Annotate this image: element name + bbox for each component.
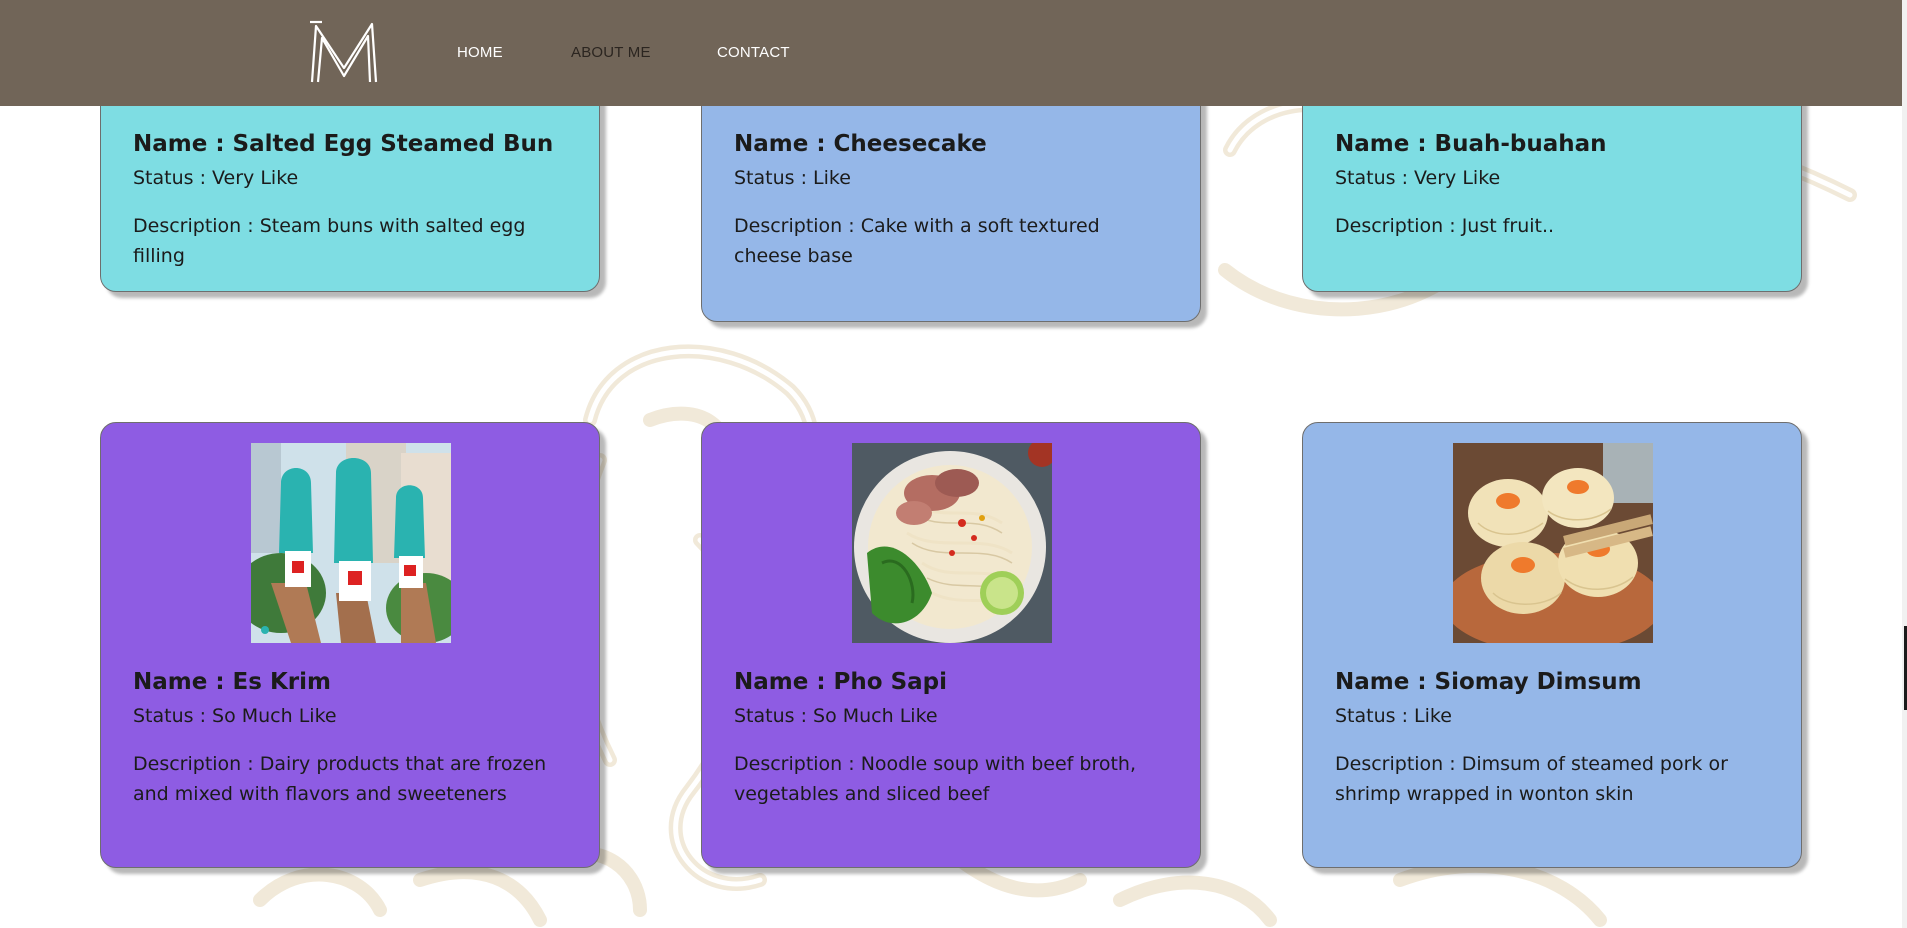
- card-name: Name : Siomay Dimsum: [1335, 669, 1642, 695]
- card-status: Status : Like: [734, 167, 851, 189]
- card-name: Name : Buah-buahan: [1335, 131, 1607, 157]
- card-status: Status : So Much Like: [734, 705, 938, 727]
- page-scrollbar[interactable]: [1902, 0, 1907, 928]
- ice-cream-photo: [251, 443, 451, 643]
- card-description: Description : Cake with a soft textured …: [734, 215, 1100, 267]
- food-card-cheesecake: Name : Cheesecake Status : Like Descript…: [701, 80, 1201, 322]
- m-logo-icon[interactable]: [306, 18, 382, 86]
- card-description: Description : Dairy products that are fr…: [133, 753, 547, 805]
- food-card-es-krim: Name : Es Krim Status : So Much Like Des…: [100, 422, 600, 868]
- nav-link-about-me[interactable]: ABOUT ME: [571, 44, 651, 61]
- top-navbar: HOME ABOUT ME CONTACT: [0, 0, 1902, 106]
- card-name: Name : Cheesecake: [734, 131, 987, 157]
- card-name: Name : Pho Sapi: [734, 669, 948, 695]
- dimsum-photo: [1453, 443, 1653, 643]
- card-description: Description : Steam buns with salted egg…: [133, 215, 526, 267]
- card-status: Status : Very Like: [133, 167, 299, 189]
- card-status: Status : Like: [1335, 705, 1452, 727]
- card-name: Name : Es Krim: [133, 669, 331, 695]
- food-card-buah-buahan: Name : Buah-buahan Status : Very Like De…: [1302, 80, 1802, 292]
- nav-link-contact[interactable]: CONTACT: [717, 44, 790, 61]
- card-name: Name : Salted Egg Steamed Bun: [133, 131, 554, 157]
- card-status: Status : So Much Like: [133, 705, 337, 727]
- food-card-siomay-dimsum: Name : Siomay Dimsum Status : Like Descr…: [1302, 422, 1802, 868]
- card-description: Description : Dimsum of steamed pork or …: [1335, 753, 1728, 805]
- card-description: Description : Noodle soup with beef brot…: [734, 753, 1137, 805]
- card-description: Description : Just fruit..: [1335, 215, 1555, 237]
- food-card-pho-sapi: Name : Pho Sapi Status : So Much Like De…: [701, 422, 1201, 868]
- food-card-salted-egg-bun: Name : Salted Egg Steamed Bun Status : V…: [100, 80, 600, 292]
- nav-link-home[interactable]: HOME: [457, 44, 503, 61]
- pho-bowl-photo: [852, 443, 1052, 643]
- card-status: Status : Very Like: [1335, 167, 1501, 189]
